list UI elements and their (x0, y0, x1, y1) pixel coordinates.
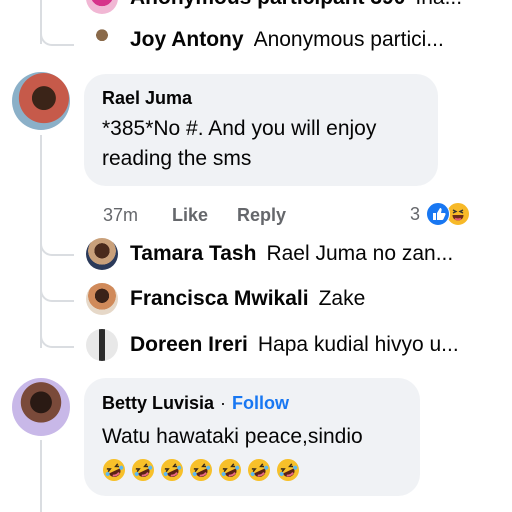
reply-francisca-mwikali[interactable]: Francisca Mwikali Zake (86, 283, 502, 315)
reply-joy-antony[interactable]: Joy Antony Anonymous partici... (86, 24, 502, 56)
thread-connector (40, 238, 74, 256)
reply-author[interactable]: Tamara Tash (130, 242, 256, 266)
comment-text: *385*No #. And you will enjoy reading th… (102, 117, 377, 170)
comment-author[interactable]: Betty Luvisia (102, 393, 214, 414)
reply-text: Anonymous partici... (253, 28, 444, 51)
reply-tamara-tash[interactable]: Tamara Tash Rael Juma no zan... (86, 238, 502, 270)
comment-author[interactable]: Rael Juma (102, 88, 192, 109)
comment-header: Betty Luvisia · Follow (102, 393, 289, 414)
reply-clipped[interactable]: Anonymous participant 390 Ina... (86, 0, 502, 14)
like-button[interactable]: Like (172, 205, 208, 226)
comment-bubble: Betty Luvisia · Follow Watu hawataki pea… (84, 378, 420, 496)
thread-connector (40, 284, 74, 302)
reply-text: Zake (318, 287, 366, 310)
reply-author[interactable]: Doreen Ireri (130, 333, 248, 357)
comment-bubble: Rael Juma *385*No #. And you will enjoy … (84, 74, 438, 186)
reaction-summary[interactable]: 3 (410, 202, 471, 226)
thread-connector (40, 330, 74, 348)
thread-connector (40, 28, 74, 46)
reply-author[interactable]: Francisca Mwikali (130, 287, 309, 311)
reply-doreen-ireri[interactable]: Doreen Ireri Hapa kudial hivyo u... (86, 329, 502, 361)
follow-button[interactable]: Follow (232, 393, 289, 414)
avatar[interactable] (86, 238, 118, 270)
avatar[interactable] (86, 0, 118, 14)
like-icon (426, 202, 451, 226)
avatar[interactable] (12, 72, 70, 130)
rolling-laughing-emoji-icon (276, 458, 300, 482)
avatar[interactable] (12, 378, 70, 436)
reply-text: Hapa kudial hivyo u... (257, 333, 459, 356)
rolling-laughing-emoji-icon (247, 458, 271, 482)
comment-timestamp[interactable]: 37m (103, 205, 138, 226)
reply-text: Ina... (415, 0, 462, 10)
reply-text: Rael Juma no zan... (266, 242, 454, 265)
thread-line-comment2 (40, 440, 42, 512)
avatar[interactable] (86, 329, 118, 361)
avatar[interactable] (86, 283, 118, 315)
reply-button[interactable]: Reply (237, 205, 286, 226)
comment-text: Watu hawataki peace,sindio (102, 425, 363, 448)
rolling-laughing-emoji-icon (131, 458, 155, 482)
reply-author[interactable]: Joy Antony (130, 28, 244, 52)
separator-dot: · (220, 393, 227, 413)
rolling-laughing-emoji-icon (160, 458, 184, 482)
rolling-laughing-emoji-icon (102, 458, 126, 482)
avatar[interactable] (86, 24, 118, 56)
reply-author[interactable]: Anonymous participant 390 (130, 0, 405, 10)
rolling-laughing-emoji-icon (218, 458, 242, 482)
emoji-row (102, 458, 305, 482)
rolling-laughing-emoji-icon (189, 458, 213, 482)
reaction-count: 3 (410, 203, 421, 224)
